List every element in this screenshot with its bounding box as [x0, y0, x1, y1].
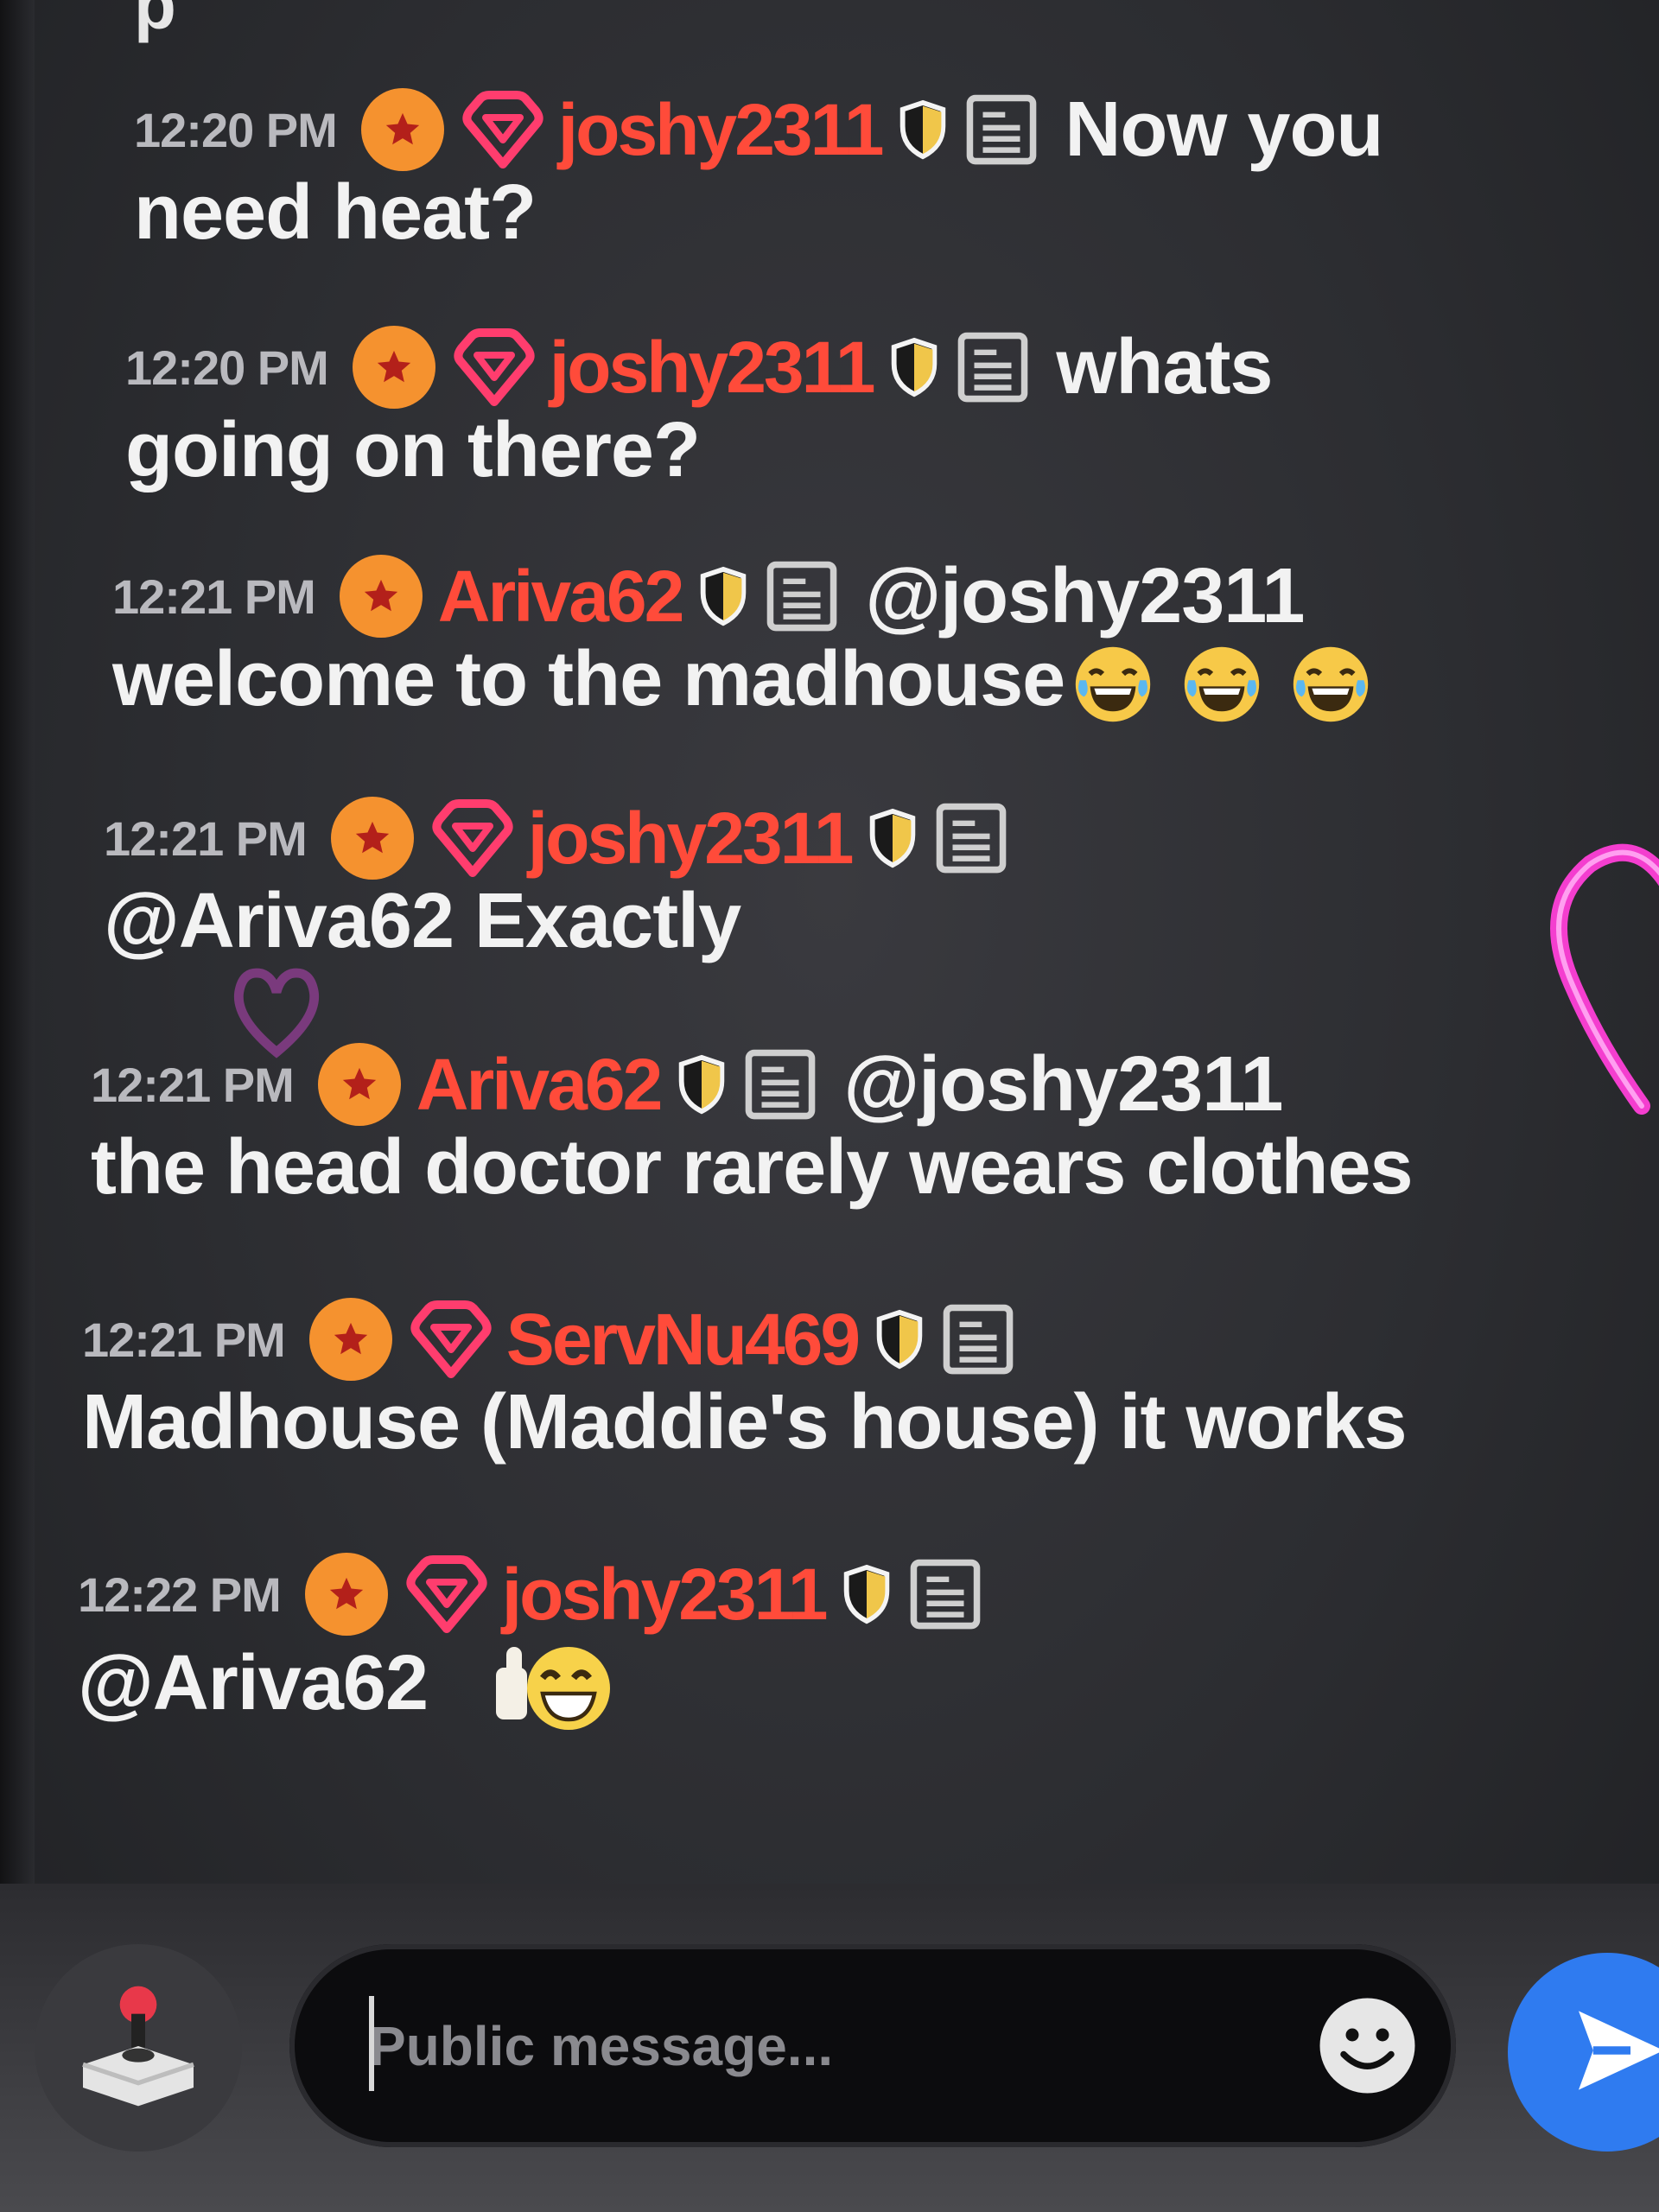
message-timestamp: 12:20 PM [125, 340, 329, 395]
star-badge-icon[interactable] [330, 797, 414, 880]
star-badge-icon[interactable] [317, 1043, 401, 1126]
message-mention[interactable]: @joshy2311 [843, 1044, 1283, 1126]
chat-screen: p 12:20 PM joshy2311 Now you need heat? … [0, 0, 1659, 2212]
message-username[interactable]: joshy2311 [528, 797, 855, 880]
star-badge-icon[interactable] [339, 555, 423, 638]
note-icon[interactable] [941, 1302, 1015, 1376]
shield-icon [867, 808, 918, 868]
star-badge-icon[interactable] [360, 88, 444, 171]
gem-badge-icon[interactable] [429, 797, 516, 880]
chat-message: 12:21 PM joshy2311 @Ariva62 Exactly [104, 791, 1642, 963]
gem-badge-icon[interactable] [408, 1298, 494, 1381]
chat-message: 12:22 PM joshy2311 @Ariva62 [78, 1547, 1616, 1740]
public-message-input[interactable] [367, 1998, 1235, 2094]
game-button[interactable] [35, 1944, 242, 2152]
note-icon[interactable] [964, 92, 1039, 167]
text-caret [369, 1996, 374, 2091]
gem-badge-icon[interactable] [460, 88, 546, 171]
note-icon[interactable] [934, 801, 1008, 875]
shield-icon [676, 1054, 728, 1115]
shield-icon [697, 566, 749, 626]
shield-icon [841, 1564, 893, 1624]
tears-of-joy-icon [1289, 643, 1372, 726]
message-text-continued: going on there? [125, 407, 701, 493]
chat-message: 12:20 PM joshy2311 whats going on there? [125, 320, 1659, 492]
star-badge-icon[interactable] [352, 326, 435, 409]
tears-of-joy-icon [1180, 643, 1263, 726]
message-timestamp: 12:21 PM [104, 810, 308, 866]
note-icon[interactable] [908, 1557, 982, 1631]
message-text-continued: need heat? [134, 169, 537, 256]
shield-icon [888, 337, 940, 397]
send-button[interactable] [1508, 1953, 1659, 2152]
shield-icon [897, 99, 949, 160]
message-text-continued: welcome to the madhouse [112, 636, 1065, 722]
message-username[interactable]: joshy2311 [502, 1553, 829, 1637]
message-text-continued: Madhouse (Maddie's house) it works [82, 1379, 1408, 1465]
message-timestamp: 12:20 PM [134, 102, 338, 157]
joystick-icon [69, 1977, 207, 2120]
message-timestamp: 12:21 PM [82, 1312, 286, 1367]
smiley-icon[interactable] [1313, 1992, 1421, 2100]
message-text-continued: the head doctor rarely wears clothes [91, 1124, 1414, 1211]
chat-message: 12:21 PM Ariva62 @joshy2311 the head doc… [91, 1037, 1629, 1209]
message-username[interactable]: joshy2311 [558, 88, 885, 172]
send-arrow-icon [1508, 1999, 1659, 2107]
gem-badge-icon[interactable] [404, 1553, 490, 1636]
message-text-continued: @Ariva62 [78, 1639, 429, 1726]
previous-message-fragment: p [134, 0, 176, 43]
star-badge-icon[interactable] [308, 1298, 392, 1381]
message-mention[interactable]: @joshy2311 [865, 556, 1305, 638]
message-timestamp: 12:21 PM [91, 1057, 295, 1112]
chat-message: 12:21 PM Ariva62 @joshy2311 welcome to t… [112, 549, 1650, 726]
chat-message: 12:21 PM ServNu469 Madhouse (Maddie's ho… [82, 1292, 1620, 1464]
message-text: whats [1056, 323, 1273, 410]
message-timestamp: 12:21 PM [112, 569, 316, 624]
message-composer [0, 1884, 1659, 2212]
message-timestamp: 12:22 PM [78, 1567, 282, 1622]
message-username[interactable]: Ariva62 [438, 555, 685, 639]
message-text-continued: @Ariva62 Exactly [104, 878, 741, 964]
star-badge-icon[interactable] [304, 1553, 388, 1636]
chat-message: 12:20 PM joshy2311 Now you need heat? [134, 82, 1659, 254]
message-input-container[interactable] [289, 1944, 1456, 2147]
shield-icon [874, 1309, 925, 1370]
message-username[interactable]: ServNu469 [506, 1298, 861, 1382]
thumbs-up-grin-icon [488, 1637, 610, 1740]
note-icon[interactable] [743, 1047, 817, 1122]
note-icon[interactable] [765, 559, 839, 633]
note-icon[interactable] [956, 330, 1030, 404]
message-text: Now you [1065, 86, 1383, 173]
gem-badge-icon[interactable] [451, 326, 537, 409]
tears-of-joy-icon [1071, 643, 1154, 726]
chat-log[interactable]: p 12:20 PM joshy2311 Now you need heat? … [0, 0, 1659, 1884]
message-username[interactable]: Ariva62 [416, 1043, 664, 1127]
message-username[interactable]: joshy2311 [550, 326, 876, 410]
